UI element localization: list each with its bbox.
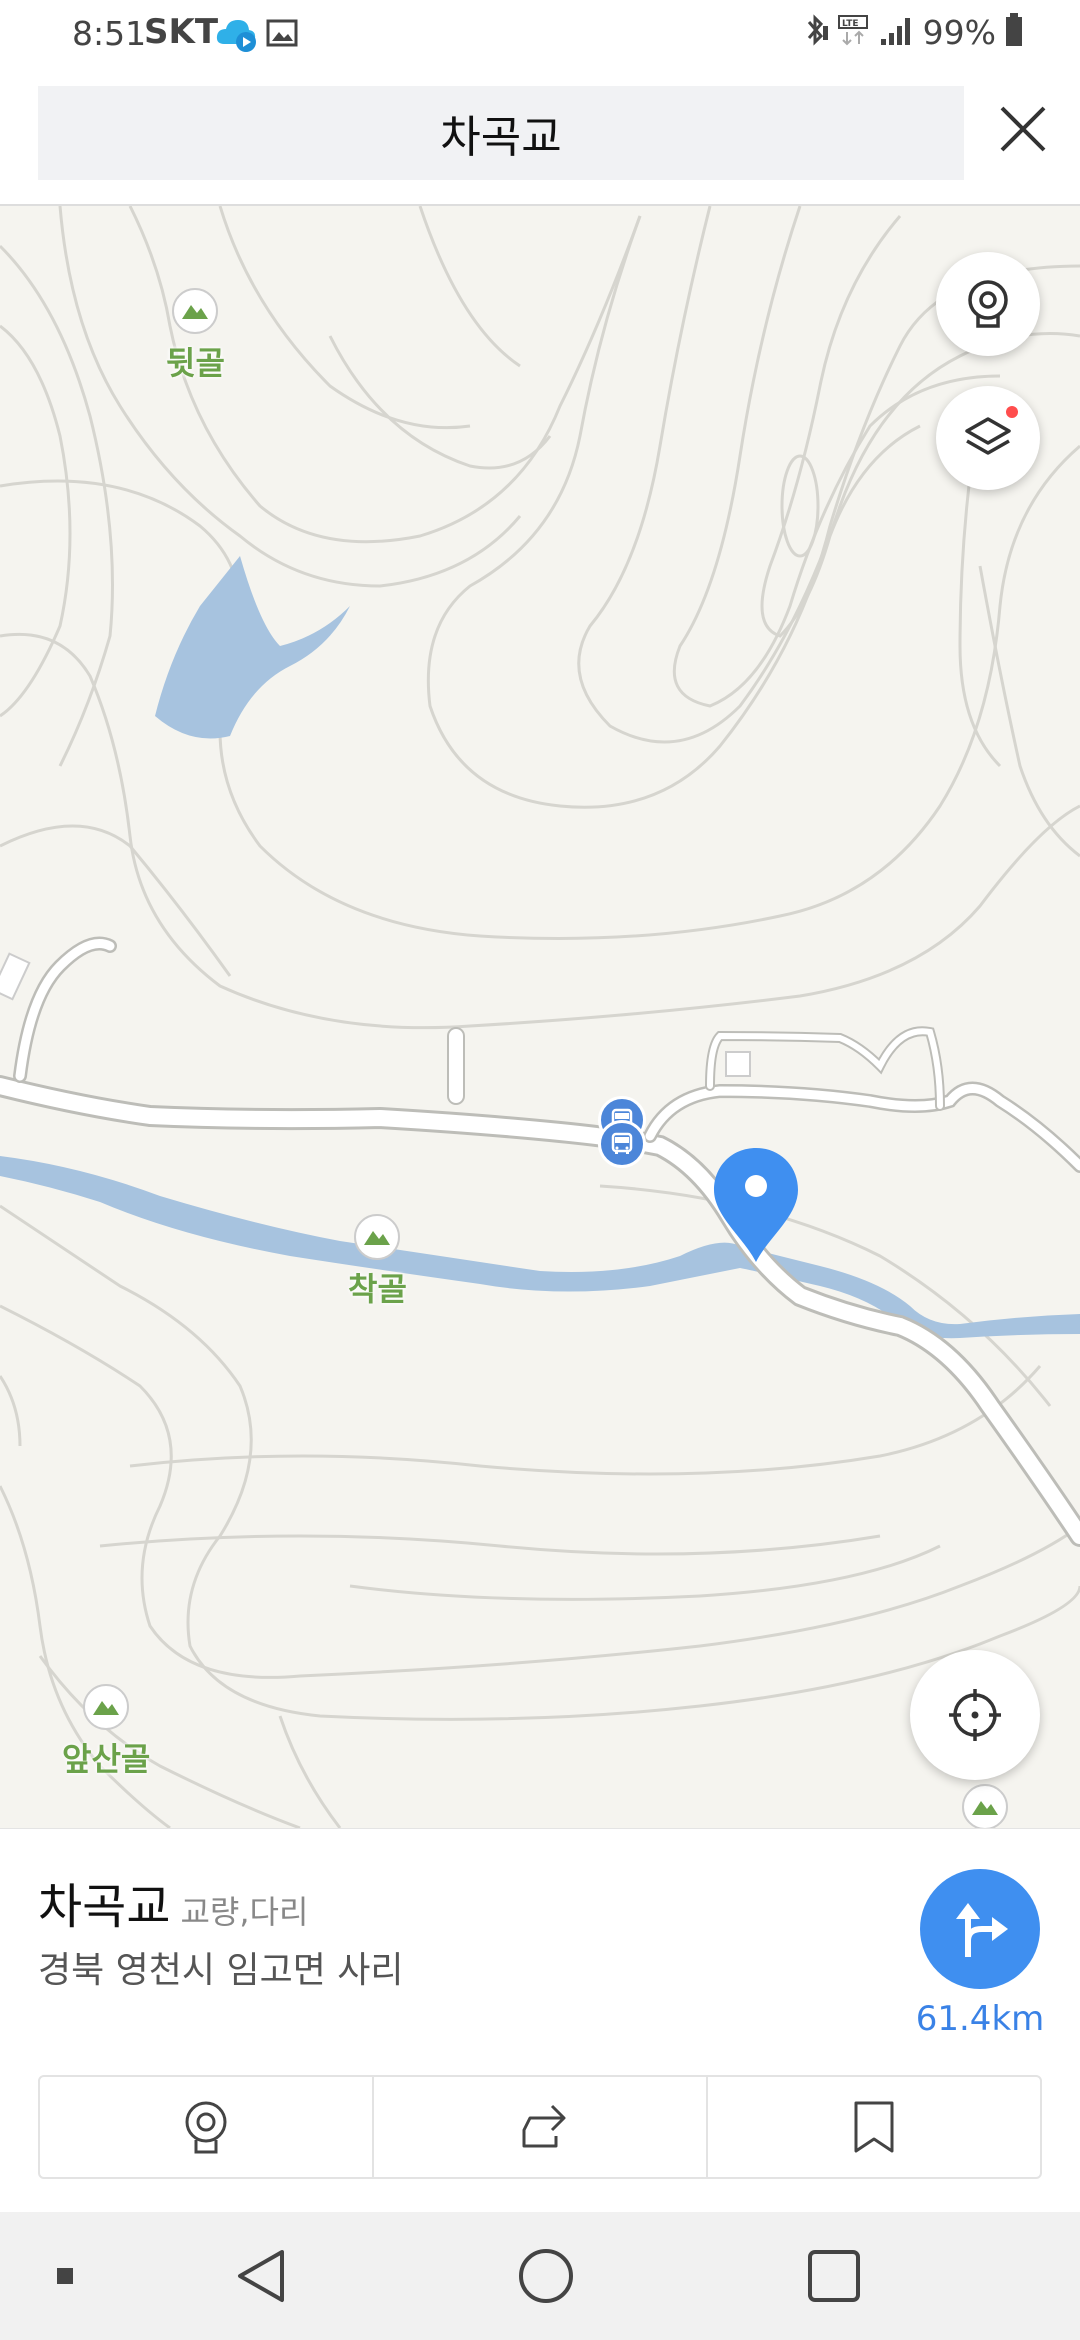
recent-dot-icon [57,2268,73,2284]
place-address: 경북 영천시 임고면 사리 [38,1950,404,1991]
poi-label: 착골 [348,1270,407,1308]
search-title[interactable]: 차곡교 [440,101,561,165]
poi-mountain[interactable]: 착골 [348,1214,407,1310]
mountain-icon [962,1784,1008,1828]
gallery-icon [266,18,298,52]
share-button[interactable] [374,2077,708,2177]
layers-icon [965,417,1011,455]
bus-stop-marker[interactable] [598,1120,646,1168]
cctv-icon [185,2101,227,2154]
mountain-icon [83,1684,130,1730]
signal-icon [879,13,915,51]
bookmark-button[interactable] [708,2077,1040,2177]
mountain-icon [354,1214,401,1260]
crosshair-icon [949,1689,1001,1741]
close-button[interactable] [986,92,1060,166]
cctv-button[interactable] [936,252,1040,356]
poi-mountain[interactable] [962,1784,1008,1828]
map-canvas [0,206,1080,1828]
poi-label: 앞산골 [62,1740,151,1778]
back-icon [238,2250,284,2302]
place-category: 교량,다리 [180,1893,309,1931]
map-view[interactable]: 뒷골 착골 앞산골 [0,206,1080,1828]
overview-icon [808,2250,860,2302]
distance-label: 61.4km [915,1999,1045,2039]
battery-icon [1004,12,1024,52]
location-pin[interactable] [712,1146,800,1268]
place-title-row: 차곡교 교량,다리 [38,1867,308,1937]
map-pin-icon [714,1148,798,1262]
notification-dot [1006,406,1018,418]
search-header: 차곡교 [0,72,1080,206]
status-carrier: SKT [144,12,219,52]
poi-mountain[interactable]: 앞산골 [62,1684,150,1780]
home-icon [519,2249,573,2303]
recent-dot-button[interactable] [40,2212,90,2340]
close-icon [1000,106,1046,152]
status-bar: 8:51 SKT LTE 99% [0,0,1080,72]
layers-button[interactable] [936,386,1040,490]
place-name: 차곡교 [38,1879,171,1935]
mountain-icon [172,288,219,334]
poi-label: 뒷골 [166,344,225,382]
cloud-icon [214,14,258,58]
current-location-button[interactable] [910,1650,1040,1780]
bookmark-icon [854,2101,894,2153]
back-button[interactable] [220,2212,300,2340]
battery-percent: 99% [922,12,996,52]
search-box[interactable]: 차곡교 [38,86,964,180]
screen: 8:51 SKT LTE 99% 차곡교 뒷골 착골 앞산골 차곡교 교량,다리… [0,0,1080,2340]
cctv-icon [968,280,1008,328]
bus-icon [611,1132,633,1154]
home-button[interactable] [506,2212,586,2340]
status-time: 8:51 [72,14,147,53]
action-bar [38,2075,1042,2179]
poi-mountain[interactable]: 뒷골 [166,288,225,384]
route-button[interactable] [920,1869,1040,1989]
cctv-action-button[interactable] [40,2077,374,2177]
place-sheet: 차곡교 교량,다리 경북 영천시 임고면 사리 61.4km [0,1828,1080,2212]
overview-button[interactable] [794,2212,874,2340]
bluetooth-icon [803,12,829,52]
share-icon [522,2104,566,2148]
lte-icon: LTE [837,12,871,52]
system-nav-bar [0,2212,1080,2340]
route-icon [956,1903,1008,1957]
status-right: LTE 99% [803,12,1024,52]
svg-text:LTE: LTE [842,19,859,29]
